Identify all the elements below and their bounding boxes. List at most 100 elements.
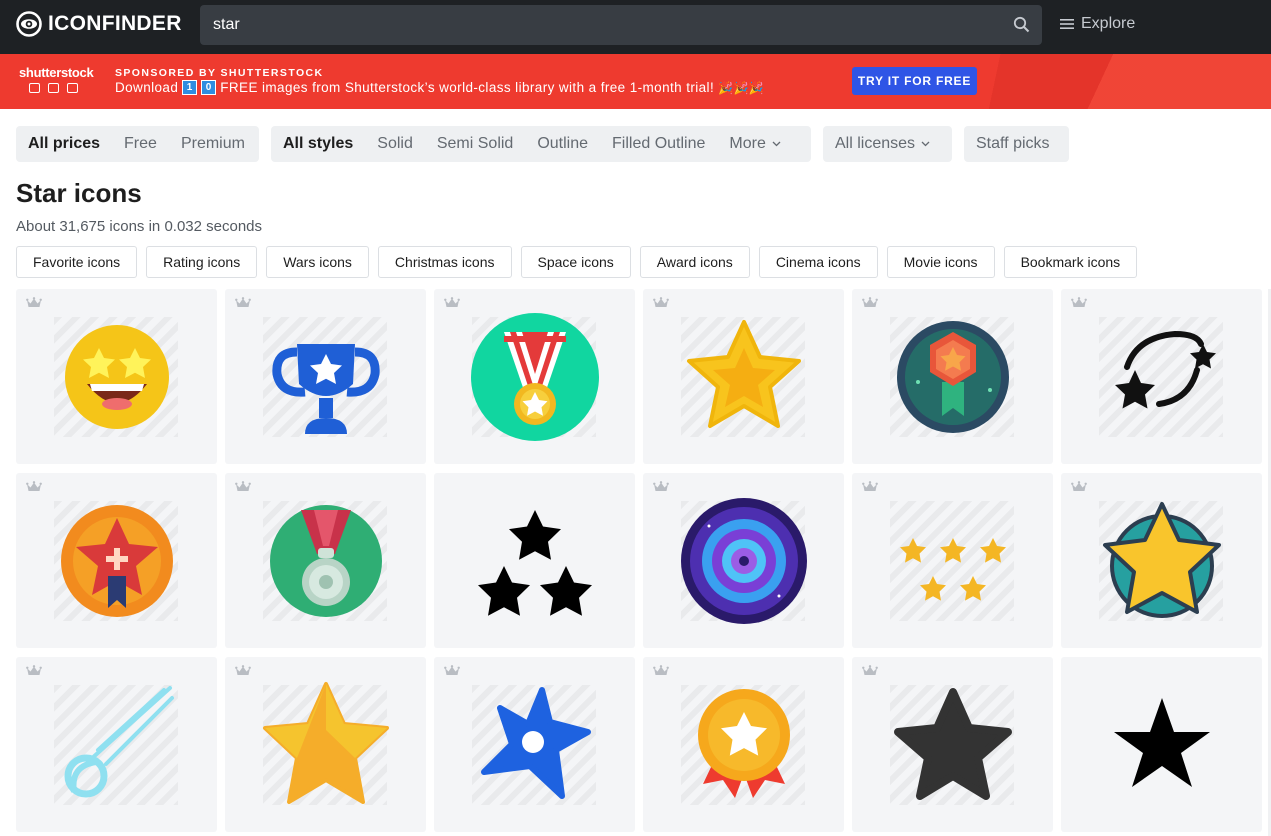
star-black-icon <box>1114 698 1210 787</box>
icon-card[interactable] <box>434 289 635 464</box>
icon-card[interactable] <box>434 473 635 648</box>
tag-christmas[interactable]: Christmas icons <box>377 246 512 278</box>
icon-card[interactable] <box>1061 473 1262 648</box>
filter-staff-picks: Staff picks <box>976 135 1050 152</box>
tag-rating[interactable]: Rating icons <box>146 246 258 278</box>
tag-favorite[interactable]: Favorite icons <box>16 246 138 278</box>
sponsor-text-after: FREE images from Shutterstock’s world-cl… <box>220 80 715 95</box>
filter-all-licenses: All licenses <box>823 135 942 153</box>
icon-card[interactable] <box>643 657 844 832</box>
camera-icon <box>29 83 40 93</box>
icon-card[interactable] <box>16 473 217 648</box>
star-badge-sunburst-icon <box>61 505 173 617</box>
badge-star-icon <box>897 321 1009 433</box>
logo-text: ICONFINDER <box>48 12 182 35</box>
icon-card[interactable] <box>1061 657 1262 832</box>
hamburger-icon <box>1060 19 1074 29</box>
staff-picks-filter[interactable]: Staff picks <box>964 126 1069 162</box>
icon-card[interactable] <box>225 473 426 648</box>
shooting-stars-outline-icon <box>1115 330 1216 409</box>
icon-card[interactable] <box>852 289 1053 464</box>
explore-label: Explore <box>1081 15 1136 32</box>
filter-licenses-label: All licenses <box>835 135 916 152</box>
icon-card[interactable] <box>16 657 217 832</box>
award-ribbon-icon <box>698 689 790 798</box>
search-box <box>200 5 1042 45</box>
chevron-down-icon <box>772 141 781 147</box>
icon-card[interactable] <box>16 289 217 464</box>
search-button[interactable] <box>1012 15 1032 35</box>
filter-semi-solid[interactable]: Semi Solid <box>425 135 525 153</box>
star-gold-icon <box>687 320 801 428</box>
sponsor-message: Download 1 0 FREE images from Shuttersto… <box>115 80 764 95</box>
top-navigation-bar: ICONFINDER Explore <box>0 0 1271 54</box>
tag-space[interactable]: Space icons <box>520 246 631 278</box>
premium-crown-icon <box>444 665 460 675</box>
icon-card[interactable] <box>434 657 635 832</box>
premium-crown-icon <box>26 297 42 307</box>
three-stars-icon <box>478 510 592 616</box>
filter-all-prices[interactable]: All prices <box>16 135 112 153</box>
banner-decoration <box>991 54 1271 109</box>
filter-free[interactable]: Free <box>112 135 169 153</box>
premium-crown-icon <box>235 297 251 307</box>
galaxy-spiral-icon <box>681 498 807 624</box>
tag-movie[interactable]: Movie icons <box>886 246 995 278</box>
five-stars-rating-icon <box>900 538 1006 601</box>
icon-card[interactable] <box>225 289 426 464</box>
premium-crown-icon <box>26 665 42 675</box>
medal-green-icon <box>270 505 382 617</box>
shutterstock-logo: shutterstock <box>19 65 94 93</box>
explore-menu-button[interactable]: Explore <box>1060 15 1135 33</box>
icon-card[interactable] <box>225 657 426 832</box>
premium-crown-icon <box>1071 297 1087 307</box>
premium-crown-icon <box>1071 481 1087 491</box>
premium-crown-icon <box>235 481 251 491</box>
music-icon <box>48 83 59 93</box>
filter-more-dropdown[interactable]: More <box>717 135 792 153</box>
try-it-free-button[interactable]: TRY IT FOR FREE <box>852 67 977 95</box>
premium-crown-icon <box>26 481 42 491</box>
star-dark-icon <box>894 688 1012 800</box>
shutterstock-brand: shutterstock <box>19 65 94 80</box>
shuriken-icon <box>481 687 591 799</box>
filter-solid[interactable]: Solid <box>365 135 425 153</box>
medal-ribbon-icon <box>471 313 599 441</box>
related-tags: Favorite icons Rating icons Wars icons C… <box>16 246 1138 278</box>
search-icon <box>1013 16 1030 33</box>
iconfinder-logo[interactable]: ICONFINDER <box>16 11 182 37</box>
premium-crown-icon <box>862 481 878 491</box>
comet-icon <box>64 686 174 798</box>
icon-card[interactable] <box>852 657 1053 832</box>
tag-wars[interactable]: Wars icons <box>266 246 369 278</box>
filter-premium[interactable]: Premium <box>169 135 257 153</box>
license-filter-dropdown[interactable]: All licenses <box>823 126 952 162</box>
premium-crown-icon <box>653 297 669 307</box>
star-eyes-emoji-icon <box>65 325 169 429</box>
page-title: Star icons <box>16 178 142 208</box>
premium-crown-icon <box>653 665 669 675</box>
icon-card[interactable] <box>1061 289 1262 464</box>
star-half-shade-icon <box>263 682 389 804</box>
video-icon <box>67 83 78 93</box>
icon-card[interactable] <box>643 289 844 464</box>
style-filter-group: All styles Solid Semi Solid Outline Fill… <box>271 126 811 162</box>
search-input[interactable] <box>200 5 1000 45</box>
filter-filled-outline[interactable]: Filled Outline <box>600 135 717 153</box>
tag-cinema[interactable]: Cinema icons <box>758 246 878 278</box>
iconfinder-eye-icon <box>16 11 42 37</box>
price-filter-group: All prices Free Premium <box>16 126 259 162</box>
filter-all-styles[interactable]: All styles <box>271 135 365 153</box>
tag-bookmark[interactable]: Bookmark icons <box>1003 246 1138 278</box>
icon-card[interactable] <box>643 473 844 648</box>
tag-award[interactable]: Award icons <box>639 246 750 278</box>
premium-crown-icon <box>444 297 460 307</box>
shutterstock-media-icons <box>29 83 93 93</box>
filter-outline[interactable]: Outline <box>525 135 600 153</box>
sponsor-label: SPONSORED BY SHUTTERSTOCK <box>115 67 324 79</box>
icon-card[interactable] <box>852 473 1053 648</box>
sponsor-banner[interactable]: shutterstock SPONSORED BY SHUTTERSTOCK D… <box>0 54 1271 109</box>
star-circle-icon <box>1103 502 1221 618</box>
digit-box: 1 <box>182 80 198 95</box>
digit-box: 0 <box>201 80 217 95</box>
